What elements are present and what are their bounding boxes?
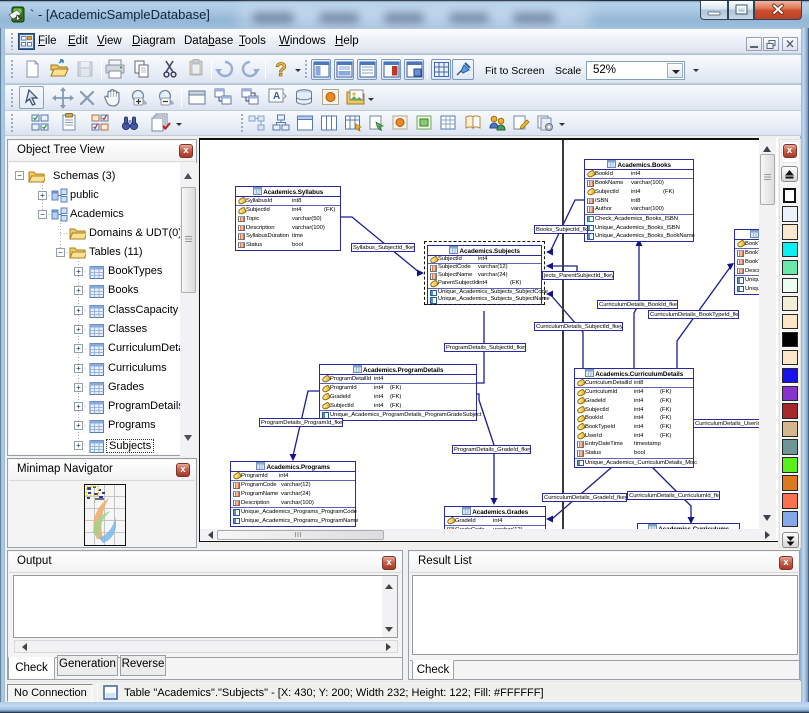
svg-text:A: A	[273, 91, 280, 102]
svg-text:?: ?	[275, 60, 287, 81]
